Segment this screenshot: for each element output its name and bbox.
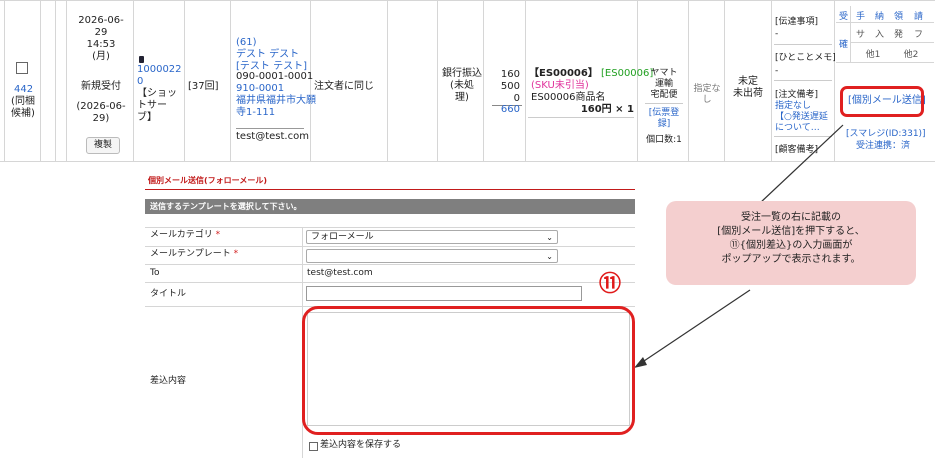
chevron-down-icon: ⌄ — [546, 252, 553, 261]
category-label: メールカテゴリ — [150, 230, 213, 240]
to-value: test@test.com — [307, 268, 373, 278]
template-required: * — [233, 249, 239, 259]
form-instruction: 送信するテンプレートを選択して下さい。 — [150, 202, 302, 211]
body-label: 差込内容 — [150, 376, 187, 386]
title-label: タイトル — [150, 289, 187, 299]
category-required: * — [215, 230, 221, 240]
template-label-row: メールテンプレート * — [150, 249, 238, 260]
category-select[interactable]: フォローメール ⌄ — [306, 230, 558, 244]
step-marker: ⑪ — [599, 272, 622, 297]
to-label: To — [150, 268, 160, 278]
template-select[interactable]: ⌄ — [306, 249, 558, 263]
template-label: メールテンプレート — [150, 249, 231, 259]
chevron-down-icon: ⌄ — [546, 233, 553, 242]
callout-text: 受注一覧の右に記載の [個別メール送信]を押下すると、 ⑪{個別差込}の入力画面… — [717, 212, 865, 265]
body-highlight — [302, 306, 635, 435]
save-body-checkbox[interactable] — [309, 442, 318, 451]
category-select-value: フォローメール — [311, 232, 374, 242]
category-label-row: メールカテゴリ * — [150, 230, 220, 241]
save-body-label: 差込内容を保存する — [320, 440, 402, 450]
title-input[interactable] — [306, 286, 582, 301]
mail-form-title: 個別メール送信(フォローメール) — [148, 176, 267, 185]
